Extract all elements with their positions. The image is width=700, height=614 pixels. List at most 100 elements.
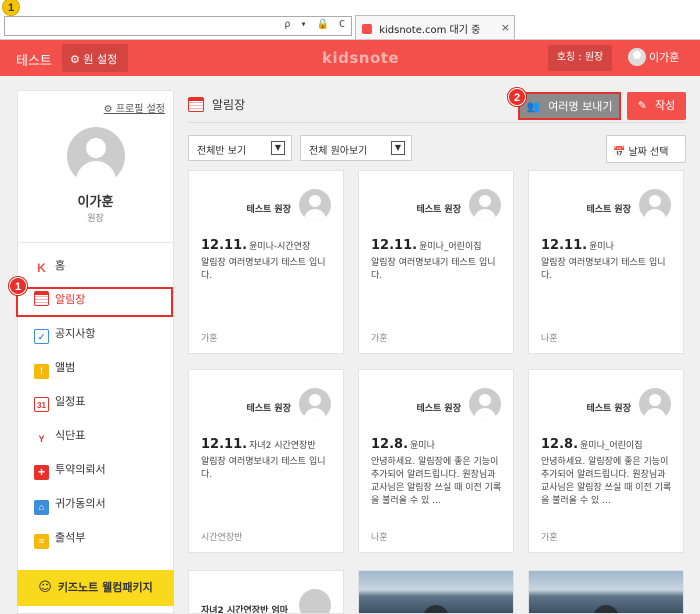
card-text: 알림장 여러명보내기 테스트 입니다. xyxy=(371,258,496,281)
user-avatar-icon xyxy=(628,48,646,66)
notice-card[interactable]: 테스트 원장 12.11. 윤미나 알림장 여러명보내기 테스트 입니다. 나훈 xyxy=(528,170,684,354)
new-tab-area[interactable] xyxy=(516,15,700,39)
author-avatar-icon xyxy=(299,589,331,613)
card-author: 테스트 원장 xyxy=(246,205,291,215)
card-date-text: 12.11. xyxy=(371,238,418,253)
card-author: 자녀2 시간연장반 엄마 xyxy=(201,606,289,614)
tab-close-icon[interactable]: × xyxy=(501,21,510,34)
sidebar-item-return-home[interactable]: ⌂ 귀가동의서 xyxy=(18,487,173,521)
sidebar-item-menu[interactable]: Y 식단표 xyxy=(18,419,173,453)
play-icon[interactable] xyxy=(423,605,449,613)
child-filter-select[interactable]: 전체 원아보기 ▼ xyxy=(300,135,412,161)
title-divider xyxy=(188,122,686,123)
step-marker-1-red: 1 xyxy=(9,277,27,295)
notice-card[interactable]: 테스트 원장 12.8. 윤미나_어린이집 안녕하세요. 알림장에 좋은 기능이 … xyxy=(528,369,684,553)
card-child: 가훈 xyxy=(541,533,558,543)
card-date: 12.11. 윤미나 xyxy=(541,238,614,253)
card-child: 가훈 xyxy=(201,334,218,344)
highlight-box xyxy=(16,287,173,317)
child-filter-value: 전체 원아보기 xyxy=(309,146,368,157)
write-label: 작성 xyxy=(654,99,676,112)
notice-card[interactable]: 테스트 원장 12.11. 자녀2 시간연장반 알림장 여러명보내기 테스트 입니… xyxy=(188,369,344,553)
card-author: 테스트 원장 xyxy=(246,404,291,414)
checklist-icon: ✓ xyxy=(34,329,49,344)
browser-tab-title: kidsnote.com 대기 중 xyxy=(379,25,481,36)
card-author: 테스트 원장 xyxy=(586,404,631,414)
sidebar-item-attendance[interactable]: ≡ 출석부 xyxy=(18,521,173,555)
card-child: 나훈 xyxy=(371,533,388,543)
author-avatar-icon xyxy=(469,388,501,420)
welcome-package-label: 키즈노트 웰컴패키지 xyxy=(57,581,153,594)
attendance-list-icon: ≡ xyxy=(34,534,49,549)
profile-settings-link[interactable]: ⚙ 프로필 설정 xyxy=(104,100,165,115)
role-button[interactable]: 호칭 : 원장 xyxy=(548,45,612,71)
profile-role: 원장 xyxy=(87,214,104,224)
sidebar-item-label: 홈 xyxy=(55,259,66,272)
write-button[interactable]: ✎ 작성 xyxy=(627,92,686,120)
address-bar-icons[interactable]: ρ ▾ 🔒 C xyxy=(284,19,347,30)
card-author: 테스트 원장 xyxy=(416,404,461,414)
home-icon: K xyxy=(34,261,49,276)
card-class: 윤미나_어린이집 xyxy=(580,441,643,451)
browser-tab[interactable]: kidsnote.com 대기 중 × xyxy=(355,15,515,39)
card-child: 가훈 xyxy=(371,334,388,344)
medical-cross-icon: + xyxy=(34,465,49,480)
card-child: 나훈 xyxy=(541,334,558,344)
card-text: 안녕하세요. 알림장에 좋은 기능이 추가되어 알려드립니다. 원장님과 교사님… xyxy=(371,457,502,506)
sidebar-item-announcements[interactable]: ✓ 공지사항 xyxy=(18,317,173,351)
welcome-package-button[interactable]: ☺ 키즈노트 웰컴패키지 xyxy=(17,570,174,606)
profile-name: 이가훈 xyxy=(77,195,114,210)
date-select-label: 날짜 선택 xyxy=(628,147,669,158)
author-avatar-icon xyxy=(639,189,671,221)
photo-card[interactable] xyxy=(358,570,514,614)
notice-card[interactable]: 테스트 원장 12.11. 윤미나_어린이집 알림장 여러명보내기 테스트 입니다… xyxy=(358,170,514,354)
header-user-name: 이가훈 xyxy=(649,51,680,64)
author-avatar-icon xyxy=(299,388,331,420)
sidebar-item-label: 투약의뢰서 xyxy=(55,463,106,476)
sidebar-item-notice-board[interactable]: 알림장 xyxy=(16,283,173,317)
page-title: 알림장 xyxy=(188,96,245,113)
step-marker-2: 2 xyxy=(508,88,526,106)
kidsnote-logo[interactable]: kidsnote xyxy=(322,49,399,67)
sidebar-item-label: 출석부 xyxy=(55,531,86,544)
center-settings-button[interactable]: ⚙ 원 설정 xyxy=(62,44,128,72)
send-multiple-button[interactable]: 👥 여러명 보내기 xyxy=(518,92,621,120)
sidebar-item-label: 귀가동의서 xyxy=(55,497,106,510)
sidebar-menu: K홈 알림장 ✓ 공지사항 ! 앨범 31 일정표 Y 식단표 + 투약의뢰서 ⌂ 귀가동의… xyxy=(16,249,173,555)
fork-knife-icon: Y xyxy=(34,432,49,447)
card-date: 12.11. 자녀2 시간연장반 xyxy=(201,437,316,452)
people-icon: 👥 xyxy=(526,100,541,113)
notice-card[interactable]: 테스트 원장 12.8. 윤미나 안녕하세요. 알림장에 좋은 기능이 추가되어 … xyxy=(358,369,514,553)
card-date-text: 12.11. xyxy=(541,238,588,253)
card-date-text: 12.11. xyxy=(201,238,248,253)
sidebar: ⚙ 프로필 설정 이가훈 원장 K홈 알림장 ✓ 공지사항 ! 앨범 31 일정표 Y… xyxy=(16,90,174,614)
sidebar-item-album[interactable]: ! 앨범 xyxy=(18,351,173,385)
sidebar-item-home[interactable]: K홈 xyxy=(18,249,173,283)
notice-card[interactable]: 테스트 원장 12.11. 윤미나-시간연장 알림장 여러명보내기 테스트 입니다… xyxy=(188,170,344,354)
avatar-head-shape xyxy=(86,138,106,158)
smile-icon: ☺ xyxy=(38,580,52,595)
play-icon[interactable] xyxy=(593,605,619,613)
center-name[interactable]: 테스트 xyxy=(16,50,52,69)
date-select-button[interactable]: 📅 날짜 선택 xyxy=(606,135,686,163)
photo-card[interactable] xyxy=(528,570,684,614)
card-date-text: 12.11. xyxy=(201,437,248,452)
schedule-icon: 31 xyxy=(34,397,49,412)
card-date: 12.8. 윤미나_어린이집 xyxy=(541,437,642,452)
card-date: 12.11. 윤미나_어린이집 xyxy=(371,238,482,253)
header-user[interactable]: 이가훈 xyxy=(628,48,679,66)
class-filter-select[interactable]: 전체반 보기 ▼ xyxy=(188,135,292,161)
card-text: 알림장 여러명보내기 테스트 입니다. xyxy=(541,258,666,281)
notice-card[interactable]: 자녀2 시간연장반 엄마 xyxy=(188,570,344,614)
calendar-icon xyxy=(188,97,204,112)
avatar-body-shape xyxy=(76,161,116,185)
sidebar-item-schedule[interactable]: 31 일정표 xyxy=(18,385,173,419)
profile-avatar xyxy=(67,127,125,185)
calendar-small-icon: 📅 xyxy=(613,147,626,158)
app-header: 테스트 ⚙ 원 설정 kidsnote 호칭 : 원장 이가훈 xyxy=(0,40,700,76)
chevron-down-icon: ▼ xyxy=(391,141,405,155)
browser-titlebar xyxy=(0,0,700,14)
sidebar-item-medication[interactable]: + 투약의뢰서 xyxy=(18,453,173,487)
house-icon: ⌂ xyxy=(34,500,49,515)
address-bar[interactable]: ρ ▾ 🔒 C xyxy=(4,16,352,36)
